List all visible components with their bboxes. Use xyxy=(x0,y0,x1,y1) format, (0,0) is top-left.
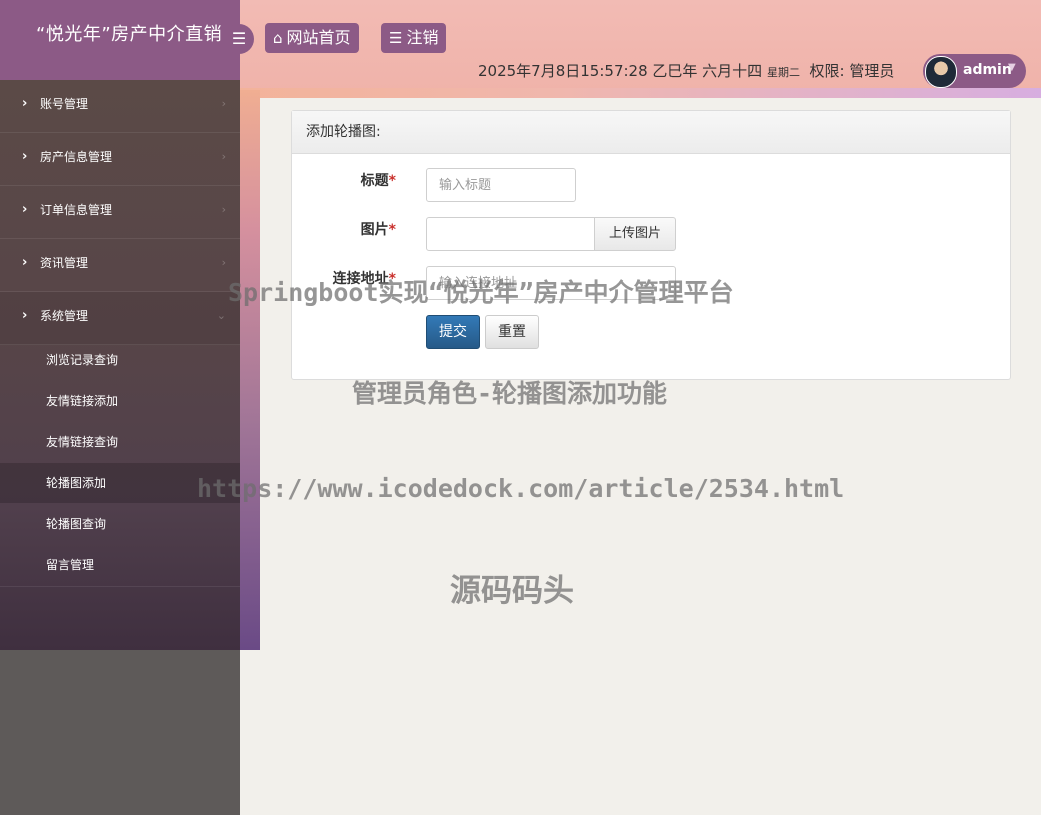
home-button-label: 网站首页 xyxy=(286,28,351,47)
chevron-right-icon: › xyxy=(22,202,28,217)
sidebar-item-property[interactable]: › 房产信息管理 › xyxy=(0,133,240,186)
link-label-text: 连接地址 xyxy=(332,271,389,287)
image-label-text: 图片 xyxy=(360,222,389,238)
sidebar-accent-strip xyxy=(240,90,260,650)
weekday-text: 星期二 xyxy=(766,66,800,79)
brand-title: “悦光年”房产中介直销 xyxy=(36,24,223,45)
panel-header: 添加轮播图: xyxy=(292,111,1010,154)
permission-text: 权限: 管理员 xyxy=(809,62,895,80)
title-label-text: 标题 xyxy=(360,173,389,189)
reset-button[interactable]: 重置 xyxy=(485,315,539,349)
logout-button[interactable]: ☰ 注销 xyxy=(381,23,447,53)
sidebar-subitem-carousel-query[interactable]: 轮播图查询 xyxy=(0,504,240,544)
datetime-text: 2025年7月8日15:57:28 乙巳年 六月十四 xyxy=(478,62,763,80)
required-mark: * xyxy=(388,173,396,189)
sidebar-subitem-link-query[interactable]: 友情链接查询 xyxy=(0,422,240,462)
sidebar-subitem-label: 浏览记录查询 xyxy=(46,353,119,367)
sidebar-subitem-label: 留言管理 xyxy=(46,558,95,572)
required-mark: * xyxy=(388,271,396,287)
sidebar-subitem-label: 轮播图添加 xyxy=(46,476,107,490)
title-label: 标题* xyxy=(276,170,396,190)
brand-area: “悦光年”房产中介直销 xyxy=(0,0,240,80)
sidebar-item-system[interactable]: › 系统管理 ⌄ xyxy=(0,292,240,345)
sidebar-subitem-label: 友情链接添加 xyxy=(46,394,119,408)
chevron-down-icon: ⌄ xyxy=(216,309,226,322)
chevron-right-icon: › xyxy=(22,149,28,164)
sidebar-subitem-label: 轮播图查询 xyxy=(46,517,107,531)
sidebar-item-orders[interactable]: › 订单信息管理 › xyxy=(0,186,240,239)
required-mark: * xyxy=(388,222,396,238)
chevron-right-icon: › xyxy=(221,256,226,269)
avatar xyxy=(925,56,957,88)
header-info: 2025年7月8日15:57:28 乙巳年 六月十四 星期二 权限: 管理员 xyxy=(478,60,894,81)
username: admin xyxy=(963,62,1012,78)
sidebar-toggle-button[interactable]: ☰ xyxy=(224,24,254,54)
chevron-right-icon: › xyxy=(22,96,28,111)
sidebar-subitem-messages[interactable]: 留言管理 xyxy=(0,545,240,585)
panel-title: 添加轮播图: xyxy=(306,124,381,140)
submit-button[interactable]: 提交 xyxy=(426,315,480,349)
image-path-input[interactable] xyxy=(426,217,595,251)
chevron-right-icon: › xyxy=(221,150,226,163)
home-icon: ⌂ xyxy=(273,29,283,47)
bars-icon: ☰ xyxy=(231,29,247,48)
title-input[interactable] xyxy=(426,168,576,202)
chevron-right-icon: › xyxy=(221,203,226,216)
sidebar-subitem-label: 友情链接查询 xyxy=(46,435,119,449)
sidebar-item-accounts[interactable]: › 账号管理 › xyxy=(0,80,240,133)
sidebar-subitem-carousel-add[interactable]: 轮播图添加 xyxy=(0,463,240,503)
chevron-right-icon: › xyxy=(22,308,28,323)
upload-image-button[interactable]: 上传图片 xyxy=(594,217,676,251)
chevron-right-icon: › xyxy=(221,97,226,110)
sidebar-divider xyxy=(0,586,240,587)
caret-down-icon: ▼ xyxy=(1008,62,1016,73)
sidebar-item-label: 账号管理 xyxy=(40,97,89,111)
link-label: 连接地址* xyxy=(276,268,396,288)
bars-icon: ☰ xyxy=(389,29,403,47)
sidebar-item-label: 订单信息管理 xyxy=(40,203,113,217)
header-gradient-line xyxy=(240,88,1041,98)
chevron-right-icon: › xyxy=(22,255,28,270)
sidebar-item-label: 系统管理 xyxy=(40,309,89,323)
home-button[interactable]: ⌂ 网站首页 xyxy=(265,23,359,53)
sidebar-subitem-browse-history[interactable]: 浏览记录查询 xyxy=(0,340,240,380)
link-input[interactable] xyxy=(426,266,676,300)
sidebar-item-label: 房产信息管理 xyxy=(40,150,113,164)
sidebar: › 账号管理 › › 房产信息管理 › › 订单信息管理 › › 资讯管理 › … xyxy=(0,80,240,650)
sidebar-item-label: 资讯管理 xyxy=(40,256,89,270)
sidebar-item-news[interactable]: › 资讯管理 › xyxy=(0,239,240,292)
sidebar-subitem-link-add[interactable]: 友情链接添加 xyxy=(0,381,240,421)
logout-button-label: 注销 xyxy=(406,28,439,47)
user-menu[interactable]: admin ▼ xyxy=(923,54,1026,88)
image-label: 图片* xyxy=(276,219,396,239)
